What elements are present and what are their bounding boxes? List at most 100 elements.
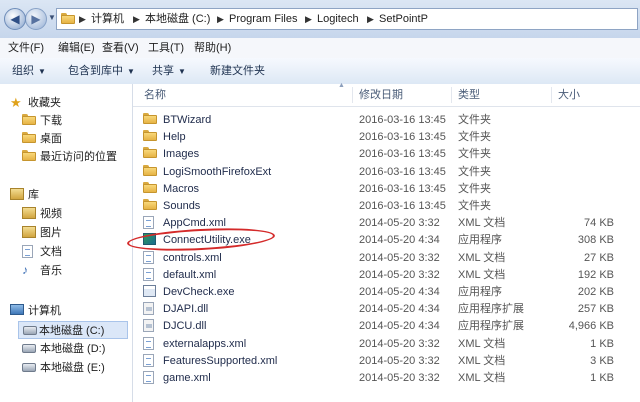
file-row[interactable]: DevCheck.exe 2014-05-20 4:34 应用程序 202 KB (133, 284, 640, 301)
folder-icon (61, 13, 75, 24)
breadcrumb-setpointp[interactable]: SetPointP (379, 9, 428, 29)
share-button[interactable]: 共享 ▼ (152, 58, 186, 84)
breadcrumb-separator-icon[interactable]: ▶ (305, 9, 312, 29)
nav-downloads[interactable]: 下载 (22, 112, 128, 130)
recent-places-icon (22, 150, 36, 161)
address-bar: ◀ ▶ ▼ ▶ 计算机 ▶ 本地磁盘 (C:) ▶ Program Files … (0, 0, 640, 39)
forward-button[interactable]: ▶ (25, 8, 47, 30)
folder-icon (143, 130, 157, 142)
organize-button[interactable]: 组织 ▼ (12, 58, 46, 84)
column-header-type[interactable]: 类型 (458, 84, 480, 106)
file-row[interactable]: game.xml 2014-05-20 3:32 XML 文档 1 KB (133, 370, 640, 387)
nav-favorites[interactable]: ★ 收藏夹 (10, 94, 128, 112)
xml-document-icon (143, 371, 154, 384)
breadcrumb-separator-icon[interactable]: ▶ (79, 9, 86, 29)
nav-drive-d[interactable]: 本地磁盘 (D:) (22, 340, 128, 358)
drive-icon (22, 363, 36, 372)
menu-edit[interactable]: 编辑(E) (58, 38, 95, 58)
column-header-name[interactable]: 名称 (144, 84, 166, 106)
menu-tools[interactable]: 工具(T) (148, 38, 184, 58)
breadcrumb-separator-icon[interactable]: ▶ (217, 9, 224, 29)
file-type: 应用程序扩展 (458, 303, 524, 316)
xml-document-icon (143, 336, 154, 350)
file-date: 2014-05-20 3:32 (359, 372, 440, 384)
breadcrumb[interactable]: ▶ 计算机 ▶ 本地磁盘 (C:) ▶ Program Files ▶ Logi… (56, 8, 638, 30)
nav-computer[interactable]: 计算机 (10, 302, 128, 320)
breadcrumb-separator-icon[interactable]: ▶ (133, 9, 140, 29)
star-icon: ★ (10, 95, 22, 110)
column-divider[interactable] (352, 87, 353, 103)
nav-pictures-label: 图片 (40, 227, 62, 239)
breadcrumb-logitech[interactable]: Logitech (317, 9, 359, 29)
nav-recent-places[interactable]: 最近访问的位置 (22, 148, 128, 166)
nav-documents[interactable]: 文档 (22, 243, 128, 261)
file-date: 2014-05-20 4:34 (359, 286, 440, 298)
file-row[interactable]: ConnectUtility.exe 2014-05-20 4:34 应用程序 308… (126, 225, 640, 255)
menu-help[interactable]: 帮助(H) (194, 38, 231, 58)
nav-documents-label: 文档 (40, 246, 62, 258)
nav-music[interactable]: ♪ 音乐 (22, 262, 128, 280)
nav-desktop[interactable]: 桌面 (22, 130, 128, 148)
menu-file[interactable]: 文件(F) (8, 38, 44, 58)
file-row[interactable]: BTWizard 2016-03-16 13:45 文件夹 (133, 112, 640, 129)
chevron-down-icon: ▼ (127, 67, 135, 76)
xml-document-icon (143, 353, 154, 367)
back-button[interactable]: ◀ (4, 8, 26, 30)
file-row[interactable]: controls.xml 2014-05-20 3:32 XML 文档 27 KB (133, 250, 640, 267)
breadcrumb-computer[interactable]: 计算机 (91, 9, 124, 29)
file-name: Images (163, 148, 200, 161)
file-type: 文件夹 (458, 148, 491, 161)
breadcrumb-drive-c[interactable]: 本地磁盘 (C:) (145, 9, 210, 29)
file-size: 4,966 KB (568, 320, 614, 333)
chevron-down-icon: ▼ (178, 67, 186, 76)
nav-drive-c[interactable]: 本地磁盘 (C:) (18, 321, 128, 339)
file-date: 2014-05-20 4:34 (359, 303, 440, 316)
menu-view[interactable]: 查看(V) (102, 38, 139, 58)
file-row[interactable]: Sounds 2016-03-16 13:45 文件夹 (133, 198, 640, 215)
file-name: BTWizard (163, 114, 212, 126)
new-folder-button[interactable]: 新建文件夹 (210, 58, 265, 84)
chevron-down-icon: ▼ (38, 67, 46, 76)
folder-icon (143, 199, 157, 210)
file-name: FeaturesSupported.xml (163, 354, 278, 367)
nav-pictures[interactable]: 图片 (22, 224, 128, 242)
nav-drive-e[interactable]: 本地磁盘 (E:) (22, 359, 128, 377)
file-row[interactable]: Images 2016-03-16 13:45 文件夹 (133, 146, 640, 163)
file-row[interactable]: Macros 2016-03-16 13:45 文件夹 (133, 181, 640, 198)
folder-icon (143, 113, 157, 124)
nav-downloads-label: 下载 (40, 115, 62, 127)
breadcrumb-separator-icon[interactable]: ▶ (367, 9, 374, 29)
column-header-date[interactable]: 修改日期 (359, 84, 403, 106)
file-row[interactable]: default.xml 2014-05-20 3:32 XML 文档 192 KB (133, 267, 640, 284)
column-divider[interactable] (451, 87, 452, 103)
nav-recent-places-label: 最近访问的位置 (40, 151, 117, 163)
file-size: 202 KB (577, 286, 614, 298)
column-header-size[interactable]: 大小 (558, 84, 580, 106)
file-row[interactable]: Help 2016-03-16 13:45 文件夹 (133, 129, 640, 146)
dll-file-icon (143, 302, 154, 316)
folder-icon (143, 164, 157, 176)
nav-videos[interactable]: 视频 (22, 205, 128, 223)
recent-pages-chevron-icon[interactable]: ▼ (48, 13, 56, 22)
file-name: externalapps.xml (163, 337, 247, 350)
include-in-library-button[interactable]: 包含到库中 ▼ (68, 58, 135, 84)
file-row[interactable]: externalapps.xml 2014-05-20 3:32 XML 文档 1 K… (133, 336, 640, 353)
nav-drive-d-label: 本地磁盘 (D:) (40, 343, 106, 355)
file-date: 2014-05-20 4:34 (359, 234, 440, 247)
file-type: 文件夹 (458, 114, 491, 126)
file-row[interactable]: DJAPI.dll 2014-05-20 4:34 应用程序扩展 257 KB (133, 301, 640, 318)
organize-label: 组织 (12, 65, 34, 77)
file-row[interactable]: DJCU.dll 2014-05-20 4:34 应用程序扩展 4,966 KB (133, 318, 640, 335)
nav-music-label: 音乐 (40, 265, 62, 277)
file-row[interactable]: LogiSmoothFirefoxExt 2016-03-16 13:45 文件夹 (133, 164, 640, 181)
breadcrumb-program-files[interactable]: Program Files (229, 9, 297, 29)
file-row[interactable]: FeaturesSupported.xml 2014-05-20 3:32 XML … (133, 353, 640, 370)
file-type: 应用程序扩展 (458, 320, 524, 333)
file-size: 308 KB (577, 234, 614, 247)
file-list: ▲ 名称 修改日期 类型 大小 BTWizard 2016-03-16 13:45… (126, 82, 640, 402)
file-size: 3 KB (590, 354, 614, 367)
file-date: 2016-03-16 13:45 (359, 114, 446, 126)
column-divider[interactable] (551, 87, 552, 103)
nav-libraries[interactable]: 库 (10, 186, 128, 204)
file-name: controls.xml (163, 251, 222, 264)
